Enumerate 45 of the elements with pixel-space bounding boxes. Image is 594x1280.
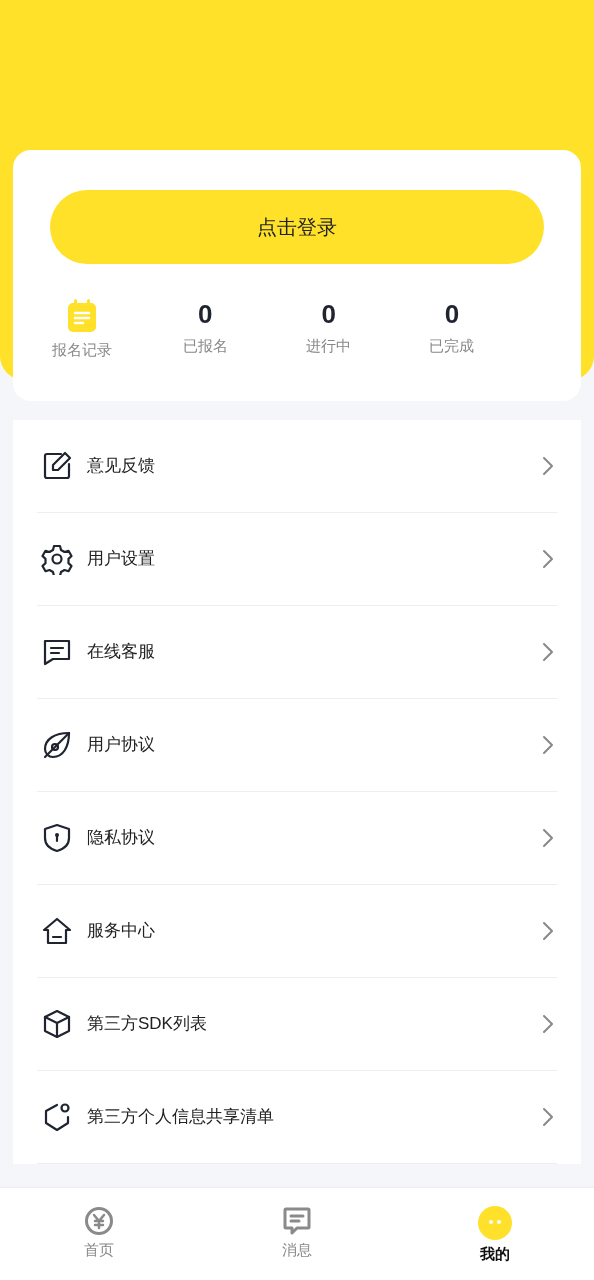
message-icon: [282, 1206, 312, 1236]
edit-icon: [41, 450, 73, 482]
shield-icon: [41, 822, 73, 854]
tab[interactable]: 首页: [0, 1188, 198, 1280]
menu-item[interactable]: 第三方个人信息共享清单: [37, 1071, 557, 1164]
tab[interactable]: 消息: [198, 1188, 396, 1280]
menu-item[interactable]: 隐私协议: [37, 792, 557, 885]
cube-icon: [41, 1008, 73, 1040]
chevron-right-icon: [542, 828, 554, 848]
menu-label: 用户协议: [87, 734, 156, 757]
yuan-icon: [84, 1206, 114, 1236]
face-icon: [478, 1206, 512, 1240]
count-value: 0: [321, 299, 336, 329]
menu-item[interactable]: 服务中心: [37, 885, 557, 978]
chevron-right-icon: [542, 735, 554, 755]
tab[interactable]: 我的: [396, 1188, 594, 1280]
menu-item[interactable]: 用户协议: [37, 699, 557, 792]
menu-label: 第三方个人信息共享清单: [87, 1106, 275, 1129]
stat-label[interactable]: 已报名: [182, 335, 228, 358]
chevron-right-icon: [542, 456, 554, 476]
leaf-icon: [41, 729, 73, 761]
house-icon: [41, 915, 73, 947]
menu-label: 意见反馈: [87, 455, 156, 478]
count-value: 0: [444, 299, 460, 329]
count-value: 0: [198, 299, 213, 329]
chevron-right-icon: [542, 642, 554, 662]
menu-item[interactable]: 意见反馈: [37, 420, 557, 513]
login-button[interactable]: 点击登录: [50, 190, 544, 264]
chevron-right-icon: [542, 549, 554, 569]
stat-label[interactable]: 进行中: [306, 335, 352, 358]
menu-label: 在线客服: [87, 641, 156, 664]
menu-item[interactable]: 在线客服: [37, 606, 557, 699]
notepad-icon[interactable]: [67, 299, 97, 333]
menu-label: 用户设置: [87, 548, 156, 571]
menu-label: 隐私协议: [87, 827, 156, 850]
menu-label: 服务中心: [87, 920, 156, 943]
menu-label: 第三方SDK列表: [87, 1013, 208, 1036]
stat-label[interactable]: 已完成: [429, 335, 475, 358]
chevron-right-icon: [542, 1107, 554, 1127]
stat-label[interactable]: 报名记录: [52, 339, 112, 362]
chevron-right-icon: [542, 921, 554, 941]
settings-icon: [41, 543, 73, 575]
menu-item[interactable]: 第三方SDK列表: [37, 978, 557, 1071]
chevron-right-icon: [542, 1014, 554, 1034]
menu-item[interactable]: 用户设置: [37, 513, 557, 606]
